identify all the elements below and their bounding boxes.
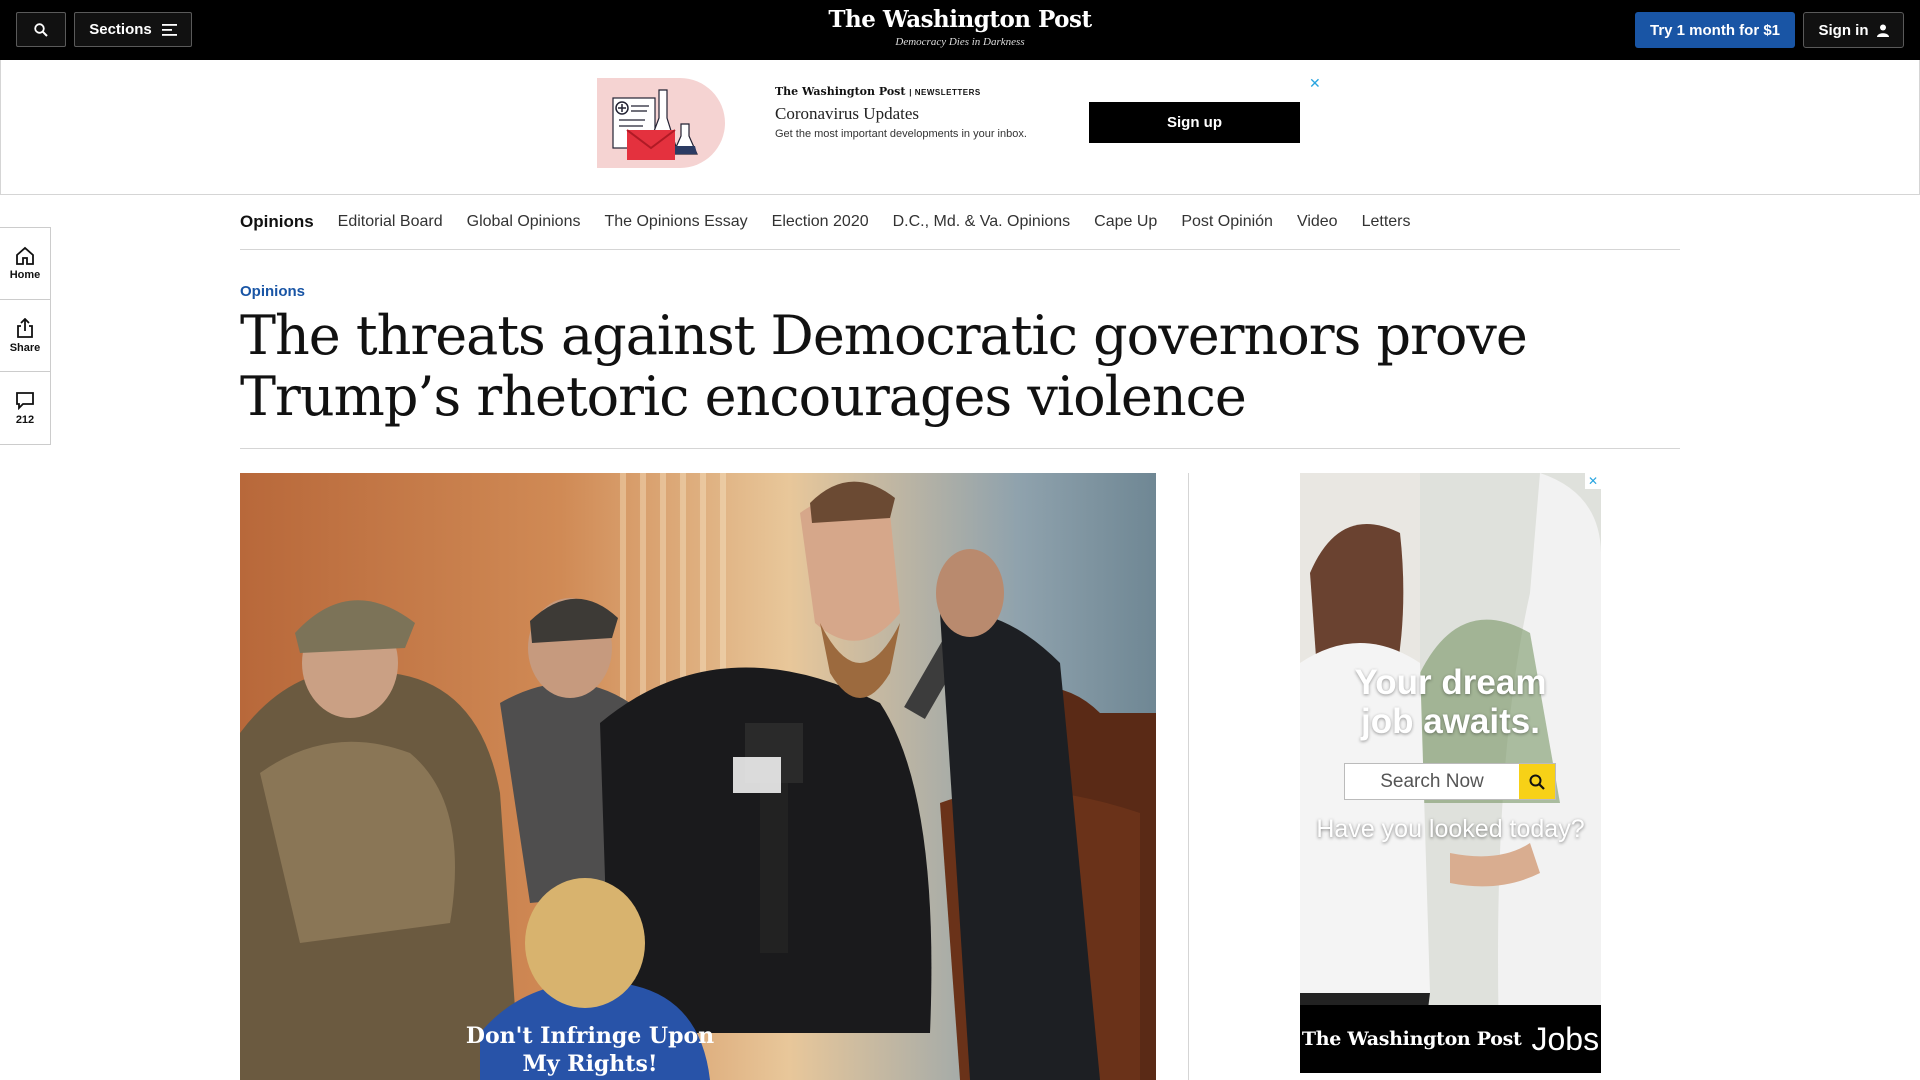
share-label: Share bbox=[9, 341, 41, 354]
opinions-section-nav: Opinions Editorial Board Global Opinions Th… bbox=[240, 195, 1680, 250]
share-button[interactable]: Share bbox=[0, 300, 50, 372]
article-headline: The threats against Democratic governors… bbox=[240, 304, 1528, 428]
hoodie-text-line2: My Rights! bbox=[522, 1051, 657, 1077]
close-ad-icon[interactable]: ✕ bbox=[1309, 76, 1321, 92]
home-button[interactable]: Home bbox=[0, 228, 50, 300]
jobs-ad-footer: The Washington Post Jobs bbox=[1300, 1005, 1601, 1073]
section-nav-item[interactable]: Global Opinions bbox=[467, 213, 581, 231]
newsletter-brand: The Washington Post | NEWSLETTERS bbox=[775, 85, 981, 98]
section-nav-opinions[interactable]: Opinions bbox=[240, 212, 314, 232]
jobs-ad-tagline: Have you looked today? bbox=[1316, 815, 1585, 843]
section-nav-item[interactable]: Letters bbox=[1362, 213, 1411, 231]
jobs-ad-brand: The Washington Post bbox=[1301, 1028, 1522, 1050]
newsletter-brand-tag: NEWSLETTERS bbox=[914, 88, 981, 97]
section-nav-item[interactable]: D.C., Md. & Va. Opinions bbox=[893, 213, 1071, 231]
jobs-search-input[interactable]: Search Now bbox=[1345, 764, 1519, 799]
newsletter-ad-banner: The Washington Post | NEWSLETTERS Corona… bbox=[0, 60, 1920, 195]
comments-button[interactable]: 212 bbox=[0, 372, 50, 444]
search-icon bbox=[34, 22, 48, 37]
jobs-search-box[interactable]: Search Now bbox=[1344, 763, 1556, 800]
hoodie-text-line1: Don't Infringe Upon bbox=[466, 1023, 714, 1049]
jobs-ad-headline: Your dream job awaits. bbox=[1300, 663, 1601, 741]
jobs-search-button[interactable] bbox=[1519, 764, 1555, 799]
home-label: Home bbox=[9, 269, 41, 281]
article-kicker[interactable]: Opinions bbox=[240, 283, 305, 300]
lab-envelope-icon bbox=[612, 89, 698, 160]
newsletter-brand-name: The Washington Post bbox=[775, 85, 906, 98]
subscribe-button[interactable]: Try 1 month for $1 bbox=[1635, 12, 1795, 48]
logo: The Washington Post bbox=[828, 6, 1092, 33]
sections-button[interactable]: Sections bbox=[74, 12, 192, 47]
sections-label: Sections bbox=[89, 21, 152, 38]
newsletter-signup-button[interactable]: Sign up bbox=[1089, 102, 1300, 143]
search-icon bbox=[1529, 774, 1545, 790]
section-nav-item[interactable]: The Opinions Essay bbox=[604, 213, 747, 231]
section-nav-item[interactable]: Election 2020 bbox=[772, 213, 869, 231]
article-lead-photo: Don't Infringe Upon My Rights! bbox=[240, 473, 1156, 1080]
comments-count: 212 bbox=[15, 413, 35, 426]
section-nav-item[interactable]: Video bbox=[1297, 213, 1338, 231]
newsletter-description: Get the most important developments in y… bbox=[775, 128, 1027, 140]
section-nav-item[interactable]: Post Opinión bbox=[1181, 213, 1273, 231]
section-nav-item[interactable]: Cape Up bbox=[1094, 213, 1157, 231]
newsletter-title: Coronavirus Updates bbox=[775, 104, 920, 123]
newsletter-illustration bbox=[597, 78, 725, 168]
jobs-ad-jobs-label: Jobs bbox=[1531, 1020, 1600, 1057]
column-divider bbox=[1188, 473, 1189, 1080]
user-icon bbox=[1876, 24, 1889, 37]
jobs-ad-close-icon[interactable]: ✕ bbox=[1585, 473, 1601, 489]
sign-in-label: Sign in bbox=[1818, 21, 1869, 39]
home-icon bbox=[16, 246, 34, 265]
share-icon bbox=[17, 317, 33, 338]
armed-protesters-photo: Don't Infringe Upon My Rights! bbox=[240, 473, 1156, 1080]
search-button[interactable] bbox=[16, 12, 66, 47]
section-nav-item[interactable]: Editorial Board bbox=[338, 213, 443, 231]
headline-divider bbox=[240, 448, 1680, 449]
sign-in-button[interactable]: Sign in bbox=[1803, 12, 1904, 48]
top-nav-bar: Sections The Washington Post Democracy D… bbox=[0, 0, 1920, 60]
tagline: Democracy Dies in Darkness bbox=[895, 36, 1025, 48]
jobs-display-ad[interactable]: ✕ Your dream job awaits. Search Now Have… bbox=[1300, 473, 1601, 1073]
jobs-ad-headline-line1: Your dream bbox=[1354, 663, 1547, 702]
jobs-ad-headline-line2: job awaits. bbox=[1361, 702, 1540, 741]
left-action-rail: Home Share 212 bbox=[0, 227, 51, 445]
masthead[interactable]: The Washington Post Democracy Dies in Da… bbox=[760, 6, 1160, 48]
comment-icon bbox=[16, 391, 34, 410]
menu-icon bbox=[161, 23, 177, 36]
